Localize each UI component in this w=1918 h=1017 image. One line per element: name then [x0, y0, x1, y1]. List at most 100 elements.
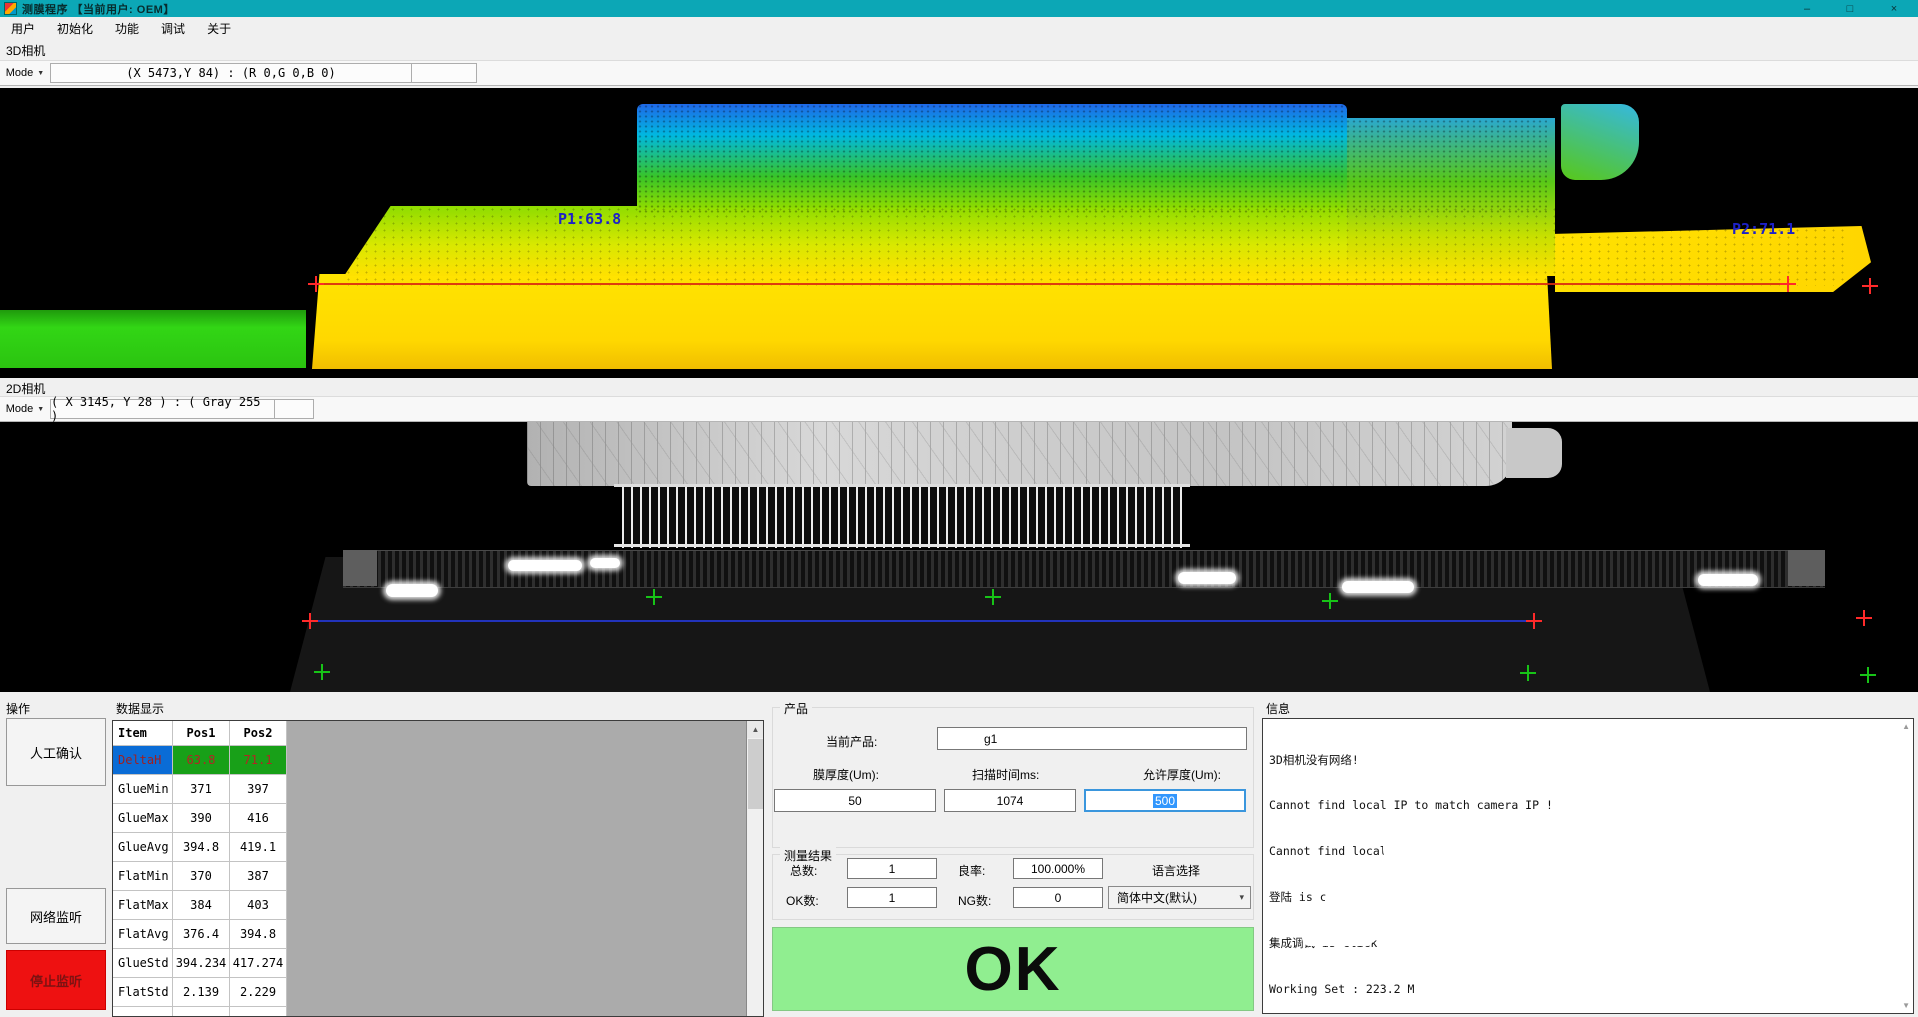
- socket-bar-end-left: [343, 550, 377, 586]
- crosshair-marker-red: [1780, 276, 1796, 292]
- cell-item[interactable]: GlueMax: [113, 804, 173, 833]
- cell-pos2[interactable]: 2.229: [230, 978, 287, 1007]
- camera2d-pixel-readout: ( X 3145, Y 28 ) : ( Gray 255 ): [50, 399, 275, 419]
- ok-count-field[interactable]: 1: [847, 887, 937, 908]
- menu-item-user[interactable]: 用户: [0, 17, 46, 40]
- connector-rail-top: [614, 484, 1190, 487]
- glue-highlight-blob: [590, 558, 620, 568]
- measure-line-blue: [310, 620, 1535, 622]
- stop-listen-button[interactable]: 停止监听: [6, 950, 106, 1010]
- allowed-thickness-label: 允许厚度(Um):: [1143, 766, 1221, 783]
- mode-button-label: Mode: [6, 67, 34, 79]
- table-row[interactable]: FlatAvg 376.4 394.8: [113, 920, 763, 949]
- table-row[interactable]: GlueMin 371 397: [113, 775, 763, 804]
- window-title: 测膜程序 【当前用户: OEM】: [22, 1, 175, 17]
- menu-item-about[interactable]: 关于: [196, 17, 242, 40]
- column-header-pos1[interactable]: Pos1: [173, 721, 230, 746]
- film-thickness-field[interactable]: 50: [774, 789, 936, 812]
- maximize-button[interactable]: □: [1833, 0, 1867, 17]
- menu-item-function[interactable]: 功能: [104, 17, 150, 40]
- column-header-item[interactable]: Item: [113, 721, 173, 746]
- cell-item[interactable]: FlatMin: [113, 862, 173, 891]
- cell-pos1[interactable]: 390: [173, 804, 230, 833]
- grid-scrollbar[interactable]: ▲: [746, 721, 763, 1016]
- cell-pos2[interactable]: 417.274: [230, 949, 287, 978]
- yield-label: 良率:: [958, 862, 985, 879]
- camera2d-mode-bar: Mode ▼ ( X 3145, Y 28 ) : ( Gray 255 ): [0, 396, 1918, 422]
- crosshair-marker-green: [1322, 593, 1338, 609]
- table-row[interactable]: FlatMax 384 403: [113, 891, 763, 920]
- menu-item-init[interactable]: 初始化: [46, 17, 104, 40]
- menu-item-debug[interactable]: 调试: [150, 17, 196, 40]
- crosshair-marker-red: [1856, 610, 1872, 626]
- log-line: Cannot find local IP to match camera IP …: [1269, 798, 1726, 813]
- result-status-banner: OK: [772, 927, 1254, 1011]
- camera2d-viewport: [0, 422, 1918, 692]
- column-header-pos2[interactable]: Pos2: [230, 721, 287, 746]
- minimize-button[interactable]: –: [1790, 0, 1824, 17]
- cell-item[interactable]: DeltaH: [113, 746, 173, 775]
- current-product-field[interactable]: g1: [937, 727, 1247, 750]
- chevron-down-icon: ▾: [1239, 892, 1244, 903]
- table-row[interactable]: GlueMax 390 416: [113, 804, 763, 833]
- scroll-down-icon[interactable]: ▼: [1902, 1001, 1910, 1010]
- scroll-up-icon[interactable]: ▲: [1902, 722, 1910, 731]
- glue-highlight-blob: [1698, 574, 1758, 586]
- manual-confirm-button[interactable]: 人工确认: [6, 718, 106, 786]
- camera3d-mode-bar: Mode ▼ (X 5473,Y 84) : (R 0,G 0,B 0): [0, 60, 1918, 86]
- allowed-thickness-field[interactable]: 500: [1084, 789, 1246, 812]
- cell-item[interactable]: Σ: [113, 1007, 173, 1017]
- cell-item[interactable]: GlueAvg: [113, 833, 173, 862]
- total-count-field[interactable]: 1: [847, 858, 937, 879]
- table-header-row: Item Pos1 Pos2: [113, 721, 763, 746]
- cell-pos1[interactable]: 394.234: [173, 949, 230, 978]
- cell-pos2[interactable]: 71.1: [230, 746, 287, 775]
- ok-count-label: OK数:: [786, 892, 819, 909]
- cell-item[interactable]: GlueMin: [113, 775, 173, 804]
- cell-pos2[interactable]: 394.8: [230, 920, 287, 949]
- camera3d-mode-button[interactable]: Mode ▼: [2, 63, 48, 83]
- scan-time-field[interactable]: 1074: [944, 789, 1076, 812]
- table-row[interactable]: GlueStd 394.234 417.274: [113, 949, 763, 978]
- table-row[interactable]: GlueAvg 394.8 419.1: [113, 833, 763, 862]
- close-button[interactable]: ×: [1877, 0, 1911, 17]
- cell-pos2[interactable]: 387: [230, 862, 287, 891]
- data-grid: Item Pos1 Pos2 DeltaH 63.8 71.1 GlueMin …: [112, 720, 764, 1017]
- scrollbar-thumb[interactable]: [748, 739, 763, 809]
- cell-pos1[interactable]: 2.139: [173, 978, 230, 1007]
- language-dropdown[interactable]: 简体中文(默认) ▾: [1108, 886, 1251, 909]
- camera2d-label: 2D相机: [6, 380, 45, 397]
- scroll-up-icon[interactable]: ▲: [747, 721, 764, 738]
- camera3d-status-cell: [411, 63, 477, 83]
- cell-pos2[interactable]: 419.1: [230, 833, 287, 862]
- cell-pos1[interactable]: 371: [173, 775, 230, 804]
- info-log-box[interactable]: 3D相机没有网络! Cannot find local IP to match …: [1262, 718, 1914, 1014]
- cell-item[interactable]: FlatStd: [113, 978, 173, 1007]
- camera2d-mode-button[interactable]: Mode ▼: [2, 399, 48, 419]
- heightmap-right-hook: [1561, 104, 1639, 180]
- crosshair-marker-red: [1862, 278, 1878, 294]
- cell-pos1[interactable]: 63.8: [173, 746, 230, 775]
- table-row[interactable]: DeltaH 63.8 71.1: [113, 746, 763, 775]
- table-row[interactable]: FlatStd 2.139 2.229: [113, 978, 763, 1007]
- cell-pos2[interactable]: 403: [230, 891, 287, 920]
- cell-item[interactable]: FlatAvg: [113, 920, 173, 949]
- yield-field[interactable]: 100.000%: [1013, 858, 1103, 879]
- cell-pos1[interactable]: 384: [173, 891, 230, 920]
- cell-pos2[interactable]: 397: [230, 775, 287, 804]
- cell-item[interactable]: GlueStd: [113, 949, 173, 978]
- log-line: 3D相机没有网络!: [1269, 753, 1726, 768]
- table-row[interactable]: FlatMin 370 387: [113, 862, 763, 891]
- table-row[interactable]: Σ 2503.5 7066.7: [113, 1007, 763, 1017]
- film-thickness-label: 膜厚度(Um):: [813, 766, 879, 783]
- network-listen-button[interactable]: 网络监听: [6, 888, 106, 944]
- ng-count-field[interactable]: 0: [1013, 887, 1103, 908]
- cell-pos1[interactable]: 394.8: [173, 833, 230, 862]
- cell-pos2[interactable]: 416: [230, 804, 287, 833]
- cell-pos1[interactable]: 370: [173, 862, 230, 891]
- cell-pos1[interactable]: 2503.5: [173, 1007, 230, 1017]
- cell-pos2[interactable]: 7066.7: [230, 1007, 287, 1017]
- cell-pos1[interactable]: 376.4: [173, 920, 230, 949]
- cell-item[interactable]: FlatMax: [113, 891, 173, 920]
- language-dropdown-value: 简体中文(默认): [1117, 889, 1197, 906]
